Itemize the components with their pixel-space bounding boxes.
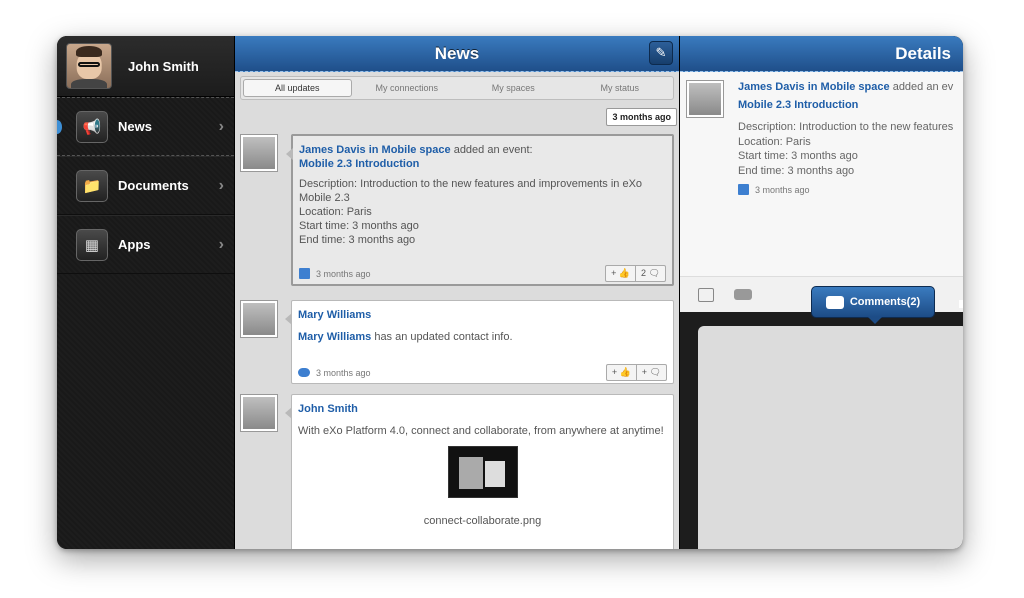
activity-action: added an event: bbox=[450, 144, 533, 156]
timestamp: 3 months ago bbox=[755, 184, 810, 195]
activity-card[interactable]: James Davis in Mobile space added an eve… bbox=[286, 134, 674, 286]
event-title-link[interactable]: Mobile 2.3 Introduction bbox=[299, 158, 419, 170]
details-title: Details bbox=[895, 43, 951, 63]
active-indicator bbox=[57, 120, 62, 134]
tablet-frame: John Smith 📢 News › 📁 Documents › ▦ Apps… bbox=[57, 36, 963, 549]
attachment-thumbnail[interactable] bbox=[447, 446, 518, 498]
time-badge: 3 months ago bbox=[606, 108, 677, 126]
chat-bubbles-icon bbox=[825, 295, 844, 309]
filter-tabs: All updates My connections My spaces My … bbox=[240, 76, 674, 100]
chevron-right-icon: › bbox=[218, 235, 224, 253]
avatar[interactable] bbox=[686, 80, 724, 118]
sidebar-item-documents[interactable]: 📁 Documents › bbox=[57, 156, 234, 215]
event-description: Description: Introduction to the new fea… bbox=[299, 178, 643, 204]
author-link[interactable]: Mary Williams bbox=[298, 331, 371, 343]
avatar bbox=[66, 43, 112, 89]
like-label: + bbox=[611, 268, 617, 278]
avatar[interactable] bbox=[240, 300, 278, 338]
comment-button[interactable]: 2 🗨 bbox=[636, 266, 665, 281]
like-icon[interactable] bbox=[698, 287, 714, 302]
event-location: Location: Paris bbox=[299, 206, 372, 218]
news-panel: News ✎ All updates My connections My spa… bbox=[235, 36, 679, 549]
activity-card[interactable]: John Smith With eXo Platform 4.0, connec… bbox=[285, 394, 674, 549]
chevron-right-icon: › bbox=[218, 176, 224, 194]
tab-my-spaces[interactable]: My spaces bbox=[460, 77, 567, 99]
sidebar-item-label: News bbox=[118, 119, 152, 134]
like-label: + bbox=[611, 367, 618, 377]
details-panel: Details James Davis in Mobile space adde… bbox=[679, 36, 963, 549]
author-link[interactable]: Mary Williams bbox=[298, 309, 371, 321]
activity-action: added an ev bbox=[889, 81, 954, 93]
attachment-filename[interactable]: connect-collaborate.png bbox=[298, 514, 667, 528]
likes-tab-indicator[interactable] bbox=[959, 300, 963, 308]
sidebar-item-label: Documents bbox=[118, 178, 189, 193]
comment-count: 2 bbox=[641, 268, 647, 278]
tab-my-connections[interactable]: My connections bbox=[354, 77, 461, 99]
activity-card[interactable]: Mary Williams Mary Williams has an updat… bbox=[285, 300, 674, 384]
event-description: Description: Introduction to the new fea… bbox=[738, 121, 954, 133]
comment-icon[interactable] bbox=[734, 289, 752, 300]
calendar-icon bbox=[299, 268, 310, 279]
user-profile[interactable]: John Smith bbox=[57, 36, 234, 97]
page-title: News bbox=[434, 43, 480, 63]
tab-my-status[interactable]: My status bbox=[567, 77, 674, 99]
comments-panel bbox=[698, 326, 963, 549]
news-header: News ✎ bbox=[235, 36, 679, 72]
comments-button[interactable]: Comments(2) bbox=[811, 286, 935, 324]
activity-text: has an updated contact info. bbox=[371, 331, 513, 343]
comment-button[interactable]: + 🗨 bbox=[637, 365, 666, 380]
event-title-link[interactable]: Mobile 2.3 Introduction bbox=[738, 99, 858, 111]
comment-label: + bbox=[641, 367, 648, 377]
event-location: Location: Paris bbox=[738, 135, 811, 148]
sidebar-item-apps[interactable]: ▦ Apps › bbox=[57, 215, 234, 274]
chevron-right-icon: › bbox=[218, 117, 224, 135]
avatar[interactable] bbox=[240, 134, 278, 172]
user-name: John Smith bbox=[128, 58, 199, 74]
tab-all-updates[interactable]: All updates bbox=[243, 79, 352, 97]
compose-button[interactable]: ✎ bbox=[649, 41, 673, 65]
calendar-icon bbox=[738, 184, 749, 195]
like-button[interactable]: + 👍 bbox=[606, 266, 637, 281]
apps-grid-icon: ▦ bbox=[76, 228, 108, 261]
event-end: End time: 3 months ago bbox=[299, 234, 416, 246]
details-content: James Davis in Mobile space added an ev … bbox=[680, 72, 963, 276]
timestamp: 3 months ago bbox=[316, 268, 371, 279]
comment-bubble-icon bbox=[298, 368, 310, 377]
event-end: End time: 3 months ago bbox=[738, 164, 855, 177]
like-button[interactable]: + 👍 bbox=[607, 365, 637, 380]
sidebar: John Smith 📢 News › 📁 Documents › ▦ Apps… bbox=[57, 36, 235, 549]
activity-text: With eXo Platform 4.0, connect and colla… bbox=[298, 425, 664, 437]
author-link[interactable]: John Smith bbox=[298, 403, 358, 415]
megaphone-icon: 📢 bbox=[76, 110, 108, 143]
sidebar-item-label: Apps bbox=[118, 237, 151, 252]
timestamp: 3 months ago bbox=[316, 367, 371, 378]
comments-button-label: Comments(2) bbox=[849, 296, 921, 308]
author-link[interactable]: James Davis in Mobile space bbox=[738, 81, 890, 93]
avatar[interactable] bbox=[240, 394, 278, 432]
details-header: Details bbox=[680, 36, 963, 72]
event-start: Start time: 3 months ago bbox=[738, 150, 858, 162]
sidebar-item-news[interactable]: 📢 News › bbox=[57, 97, 234, 156]
author-link[interactable]: James Davis in Mobile space bbox=[299, 144, 451, 156]
event-start: Start time: 3 months ago bbox=[299, 220, 419, 232]
folder-icon: 📁 bbox=[76, 169, 108, 202]
